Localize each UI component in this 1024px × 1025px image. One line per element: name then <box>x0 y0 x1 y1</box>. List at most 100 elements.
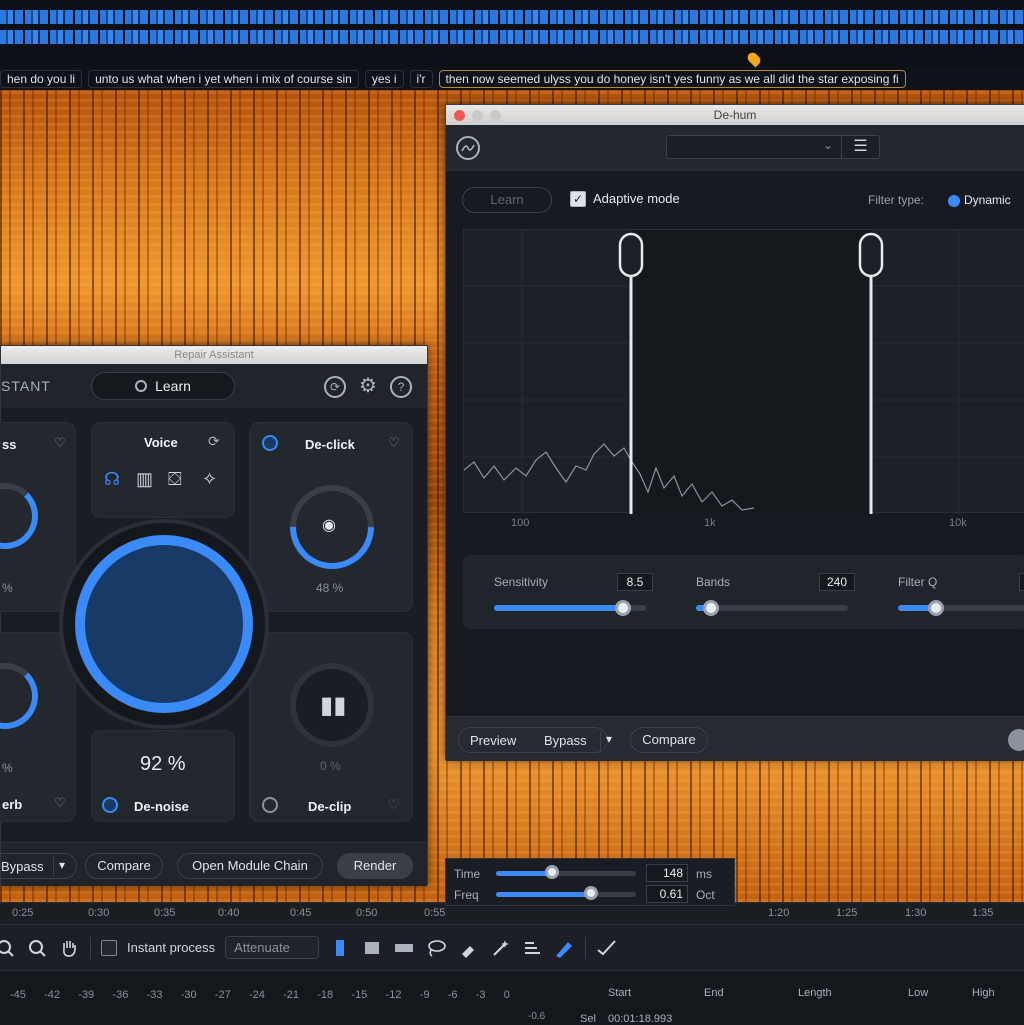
filter-q-slider[interactable] <box>898 600 1024 616</box>
compare-button[interactable]: Compare <box>85 853 163 879</box>
band-handle-right[interactable] <box>858 232 884 278</box>
bands-value[interactable]: 240 <box>819 573 855 591</box>
power-icon[interactable] <box>262 797 278 813</box>
repair-footer: Bypass ▾ Compare Open Module Chain Rende… <box>0 842 427 886</box>
meter-tick: -30 <box>180 989 197 1001</box>
lightbulb-icon[interactable]: ♡ <box>388 797 400 813</box>
frequency-selection-icon[interactable] <box>393 937 415 959</box>
meter-tick: -33 <box>146 989 163 1001</box>
power-icon[interactable] <box>262 435 278 451</box>
module-top-left[interactable]: ss ♡ % <box>0 422 76 612</box>
transcript-chip[interactable]: then now seemed ulyss you do honey isn't… <box>438 70 906 88</box>
voice-module[interactable]: Voice ⟳ ☊ ▥ ⛋ ✧ <box>91 422 235 518</box>
transcript-chip[interactable]: hen do you li <box>0 70 83 88</box>
waveform-overview[interactable] <box>0 0 1024 70</box>
time-value[interactable]: 148 <box>646 864 688 882</box>
dehum-window: De-hum ⌄ ☰ Learn ✓ Adaptive mode Filter … <box>445 104 1024 761</box>
adaptive-mode-checkbox[interactable]: ✓ <box>570 191 586 207</box>
lightbulb-icon[interactable]: ♡ <box>54 795 66 811</box>
box-selection-icon[interactable] <box>361 937 383 959</box>
transcript-chip[interactable]: i'r <box>409 70 433 88</box>
gear-icon[interactable]: ⚙ <box>357 376 379 398</box>
sparkle-icon[interactable]: ✧ <box>202 469 217 490</box>
freq-knob[interactable] <box>584 886 599 900</box>
close-window-icon[interactable] <box>454 110 465 121</box>
spectrum-display[interactable] <box>463 229 1024 514</box>
dehum-titlebar[interactable]: De-hum <box>446 105 1024 125</box>
declick-module[interactable]: De-click ♡ ◉ 48 % <box>249 422 413 612</box>
brush-blue-icon[interactable] <box>553 937 575 959</box>
sensitivity-value[interactable]: 8.5 <box>617 573 653 591</box>
lightbulb-icon[interactable]: ♡ <box>388 435 400 451</box>
magic-wand-icon[interactable] <box>489 937 511 959</box>
brush-icon[interactable] <box>457 937 479 959</box>
time-slider[interactable] <box>496 865 636 879</box>
bypass-menu-arrow[interactable]: ▾ <box>606 732 612 746</box>
freq-value[interactable]: 0.61 <box>646 885 688 903</box>
denoise-title: De-noise <box>134 799 189 814</box>
open-module-chain-button[interactable]: Open Module Chain <box>177 853 323 879</box>
process-button[interactable] <box>1008 729 1024 751</box>
repair-titlebar[interactable]: Repair Assistant <box>1 346 427 364</box>
timeline-tick: 1:30 <box>905 907 927 919</box>
declip-module[interactable]: ▮▮ 0 % De-clip ♡ <box>249 632 413 822</box>
zoom-out-icon[interactable] <box>26 937 48 959</box>
maximize-window-icon[interactable] <box>490 110 501 121</box>
sensitivity-slider[interactable] <box>494 600 646 616</box>
instant-process-label: Instant process <box>127 940 216 955</box>
time-selection-icon[interactable] <box>329 937 351 959</box>
toolbar-divider <box>585 936 587 959</box>
filter-type-radio[interactable] <box>948 195 960 207</box>
repair-learn-button[interactable]: Learn <box>91 372 235 400</box>
transcript-chip[interactable]: unto us what when i yet when i mix of co… <box>88 70 359 88</box>
meter-tick: -27 <box>214 989 231 1001</box>
hand-tool-icon[interactable] <box>58 937 80 959</box>
voice-head-icon[interactable]: ☊ <box>104 469 120 490</box>
bypass-menu-arrow[interactable]: ▾ <box>59 858 65 872</box>
dehum-title: De-hum <box>713 108 757 122</box>
meter-tick: -6 <box>447 989 458 1001</box>
instant-process-checkbox[interactable] <box>101 939 117 956</box>
render-button[interactable]: Render <box>337 853 413 879</box>
filter-q-value[interactable] <box>1019 573 1024 591</box>
compare-button[interactable]: Compare <box>630 727 708 753</box>
preset-dropdown[interactable]: ⌄ ☰ <box>666 135 880 159</box>
help-icon[interactable]: ? <box>390 376 412 398</box>
selection-header-high: High <box>972 987 995 999</box>
preview-button[interactable]: Preview <box>470 733 516 748</box>
learn-icon <box>135 380 148 392</box>
band-handle-left[interactable] <box>618 232 644 278</box>
freq-slider[interactable] <box>496 886 636 900</box>
minimize-window-icon[interactable] <box>472 110 483 121</box>
preset-menu-icon[interactable]: ☰ <box>841 136 879 158</box>
freq-label: 1k <box>704 517 716 529</box>
harmonic-selection-icon[interactable] <box>521 937 543 959</box>
denoise-module[interactable]: 92 % De-noise <box>91 730 235 822</box>
lightbulb-icon[interactable]: ♡ <box>54 435 66 451</box>
refresh-icon[interactable]: ⟳ <box>324 376 346 398</box>
bands-knob[interactable] <box>703 600 720 616</box>
bands-slider[interactable] <box>696 600 848 616</box>
dehum-learn-button[interactable]: Learn <box>462 187 552 213</box>
refresh-icon[interactable]: ⟳ <box>208 433 220 450</box>
sensitivity-knob[interactable] <box>615 600 632 616</box>
filter-q-knob[interactable] <box>928 600 945 616</box>
selection-start-value[interactable]: 00:01:18.993 <box>608 1013 672 1025</box>
time-knob[interactable] <box>545 865 559 879</box>
dehum-sliders: Sensitivity 8.5 Bands 240 Filter Q <box>463 555 1024 629</box>
playhead-marker-icon[interactable] <box>745 50 763 68</box>
piano-icon[interactable]: ▥ <box>136 469 153 490</box>
filter-type-value: Dynamic <box>964 193 1011 207</box>
bypass-button[interactable]: Bypass <box>544 733 587 748</box>
bottom-toolbar: Instant process Attenuate <box>0 924 1024 970</box>
power-icon[interactable] <box>102 797 118 813</box>
overall-intensity-dial[interactable] <box>59 519 269 729</box>
attenuate-select[interactable]: Attenuate <box>225 936 320 959</box>
timeline-tick: 0:50 <box>356 907 378 919</box>
bypass-button[interactable]: Bypass <box>1 859 44 874</box>
transcript-chip[interactable]: yes i <box>364 70 404 88</box>
find-similar-icon[interactable] <box>596 937 618 959</box>
lasso-icon[interactable] <box>425 937 447 959</box>
drum-icon[interactable]: ⛋ <box>168 469 182 490</box>
zoom-in-icon[interactable] <box>0 937 16 959</box>
